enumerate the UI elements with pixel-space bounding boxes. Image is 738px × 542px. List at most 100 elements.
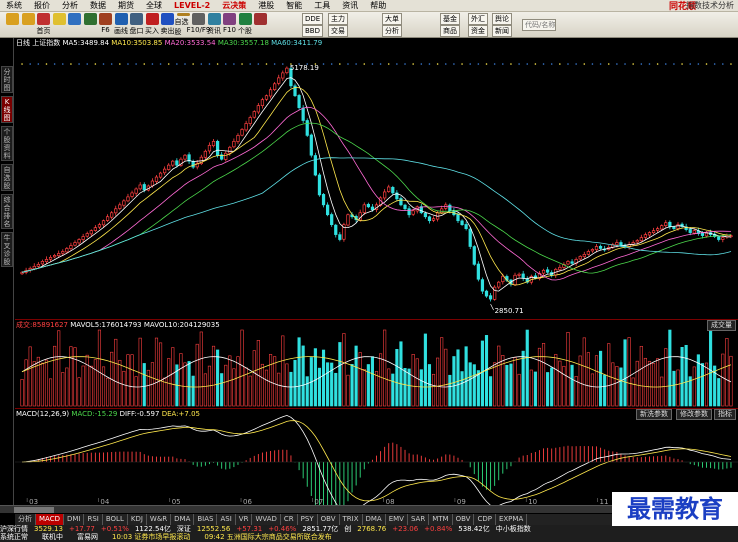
volume-button[interactable]: 成交量	[707, 320, 736, 331]
toolbar-button-15[interactable]: 个股	[237, 13, 254, 37]
toolbar-button-label: 资讯	[207, 27, 221, 35]
indicator-tab-17[interactable]: EMV	[386, 514, 408, 525]
toolbar-button-8[interactable]: 盘口	[128, 13, 145, 37]
bbd-button[interactable]: BBD	[302, 25, 323, 37]
toolbar-button-14[interactable]: F10	[221, 13, 238, 37]
menu-data[interactable]: 数据	[84, 0, 112, 11]
indicator-tab-22[interactable]: EXPMA	[496, 514, 528, 525]
jiaoyi-button[interactable]: 交易	[328, 25, 348, 37]
toolbar-button-10[interactable]: 卖出	[159, 13, 176, 37]
indicator-tab-16[interactable]: DMA	[363, 514, 386, 525]
toolbar-button-4[interactable]	[66, 13, 83, 37]
indicator-tab-4[interactable]: BOLL	[103, 514, 128, 525]
dde-button[interactable]: DDE	[302, 13, 324, 25]
macd-modify-button[interactable]: 修改参数	[676, 409, 712, 420]
signal-dot	[681, 63, 683, 65]
indicator-tab-1[interactable]: MACD	[36, 514, 64, 525]
toolbar-button-12[interactable]: F10/F9	[187, 13, 210, 37]
menu-global[interactable]: 全球	[140, 0, 168, 11]
indicator-tab-8[interactable]: BIAS	[194, 514, 218, 525]
menu-tools[interactable]: 工具	[308, 0, 336, 11]
scroll-thumb[interactable]	[14, 507, 54, 513]
candle-body	[700, 232, 705, 236]
indicator-tab-20[interactable]: OBV	[453, 514, 475, 525]
status-item-14: 538.42亿	[458, 525, 490, 533]
toolbar-button-6[interactable]: F6	[97, 13, 114, 37]
macd-index-button[interactable]: 指标	[714, 409, 736, 420]
volume-bar	[297, 337, 301, 407]
candle-body	[383, 191, 387, 199]
indicator-tab-9[interactable]: ASI	[217, 514, 236, 525]
status-item-13: +0.84%	[424, 525, 453, 533]
jijin-button[interactable]: 基金	[440, 13, 460, 25]
ma60-value: 3411.79	[293, 39, 323, 47]
xinwen-button[interactable]: 新闻	[492, 25, 512, 37]
news-item-1[interactable]: 联机中	[42, 533, 63, 541]
candle-body	[118, 204, 122, 209]
ziji-button[interactable]: 资金	[468, 25, 488, 37]
indicator-tab-6[interactable]: W&R	[147, 514, 172, 525]
menu-quote[interactable]: 报价	[28, 0, 56, 11]
sidebar-tab-4[interactable]: 综合排名	[1, 194, 13, 229]
menu-help[interactable]: 帮助	[364, 0, 392, 11]
sidebar-tab-1[interactable]: K线图	[1, 96, 13, 123]
indicator-tab-10[interactable]: VR	[236, 514, 253, 525]
search-input[interactable]: 代码/名称	[522, 19, 556, 31]
dadan-button[interactable]: 大单	[382, 13, 402, 25]
sidebar-tab-0[interactable]: 分时图	[1, 66, 13, 93]
volume-bar	[619, 367, 623, 407]
waihui-button[interactable]: 外汇	[468, 13, 488, 25]
indicator-tab-21[interactable]: CDP	[474, 514, 496, 525]
menu-cloud[interactable]: 云决策	[216, 0, 252, 11]
candle-body	[362, 204, 366, 214]
signal-dot	[697, 63, 700, 65]
indicator-tab-19[interactable]: MTM	[429, 514, 453, 525]
indicator-tab-5[interactable]: KDJ	[128, 514, 147, 525]
sidebar-tab-2[interactable]: 个股资料	[1, 126, 13, 161]
toolbar-button-16[interactable]	[252, 13, 269, 37]
menu-system[interactable]: 系统	[0, 0, 28, 11]
indicator-tab-2[interactable]: DMI	[64, 514, 85, 525]
toolbar-button-9[interactable]: 买入	[144, 13, 161, 37]
indicator-tab-13[interactable]: PSY	[298, 514, 318, 525]
menu-level2[interactable]: LEVEL-2	[168, 1, 216, 10]
candle-body	[346, 214, 350, 226]
shangpin-button[interactable]: 商品	[440, 25, 460, 37]
indicator-tab-7[interactable]: DMA	[171, 514, 195, 525]
news-item-2[interactable]: 富易网	[77, 533, 98, 541]
indicator-tab-0[interactable]: 分析	[15, 514, 36, 525]
yulun-button[interactable]: 舆论	[492, 13, 512, 25]
fenxi-button[interactable]: 分析	[382, 25, 402, 37]
volume-bar	[603, 374, 607, 407]
zhuli-button[interactable]: 主力	[328, 13, 348, 25]
date-tick-label: 06	[243, 498, 252, 505]
indicator-tab-18[interactable]: SAR	[408, 514, 430, 525]
menu-smart[interactable]: 智能	[280, 0, 308, 11]
news-item-0[interactable]: 系统正常	[0, 533, 28, 541]
macd-params-button[interactable]: 新洗参数	[636, 409, 672, 420]
news-item-3[interactable]: 10:03 证券市场早报滚动	[112, 533, 190, 541]
menu-news[interactable]: 资讯	[336, 0, 364, 11]
volume-bar	[248, 375, 252, 407]
sidebar-tab-5[interactable]: 牛叉诊股	[1, 232, 13, 267]
sidebar-tab-3[interactable]: 自选股	[1, 164, 13, 191]
toolbar-button-3[interactable]	[51, 13, 68, 37]
menu-hk[interactable]: 港股	[252, 0, 280, 11]
toolbar-button-5[interactable]	[82, 13, 99, 37]
indicator-tab-3[interactable]: RSI	[84, 514, 103, 525]
toolbar-button-1[interactable]	[20, 13, 37, 37]
indicator-tab-11[interactable]: WVAD	[252, 514, 281, 525]
toolbar-button-0[interactable]	[4, 13, 21, 37]
indicator-tab-12[interactable]: CR	[281, 514, 298, 525]
toolbar-button-13[interactable]: 资讯	[206, 13, 223, 37]
menu-analysis[interactable]: 分析	[56, 0, 84, 11]
volume-bar	[391, 373, 395, 407]
indicator-tab-15[interactable]: TRIX	[340, 514, 363, 525]
news-item-4[interactable]: 09:42 五洲国际大宗商品交易所联合发布	[204, 533, 331, 541]
toolbar-button-2[interactable]: 首页	[35, 13, 52, 37]
indicator-tab-14[interactable]: OBV	[318, 514, 340, 525]
menu-futures[interactable]: 期货	[112, 0, 140, 11]
volume-bar	[134, 376, 138, 407]
candle-body	[643, 234, 648, 238]
toolbar-button-7[interactable]: 画线	[113, 13, 130, 37]
